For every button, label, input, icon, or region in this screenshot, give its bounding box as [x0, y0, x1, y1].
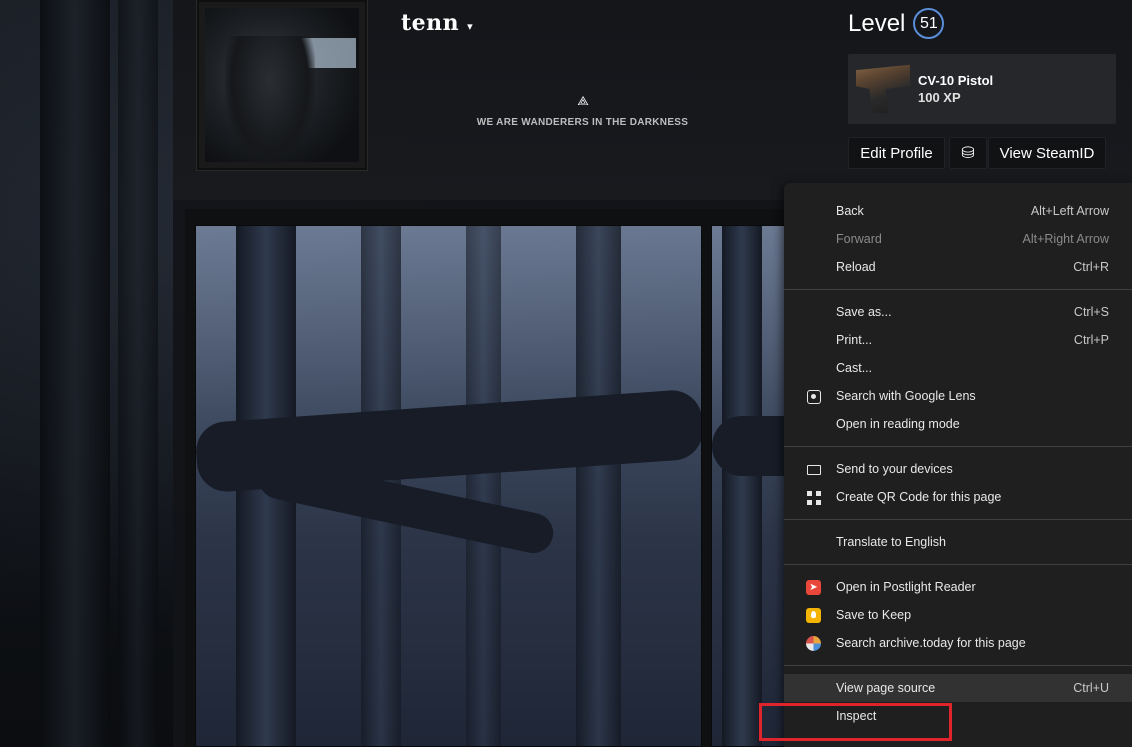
- menu-separator: [784, 665, 1132, 666]
- menu-item-view-page-source[interactable]: View page source Ctrl+U: [784, 674, 1132, 702]
- background-tree-trunk: [40, 0, 110, 747]
- context-menu: Back Alt+Left Arrow Forward Alt+Right Arrow…: [784, 183, 1132, 747]
- menu-item-label: Send to your devices: [836, 462, 953, 476]
- badge-xp: 100 XP: [918, 90, 961, 105]
- menu-icon-wrapper: [806, 608, 821, 623]
- devices-icon: [806, 464, 821, 475]
- persona-name: tenn: [401, 10, 460, 36]
- menu-item-send-to-your-devices[interactable]: Send to your devices: [784, 455, 1132, 483]
- menu-item-forward[interactable]: Forward Alt+Right Arrow: [784, 225, 1132, 253]
- menu-icon-wrapper: [806, 636, 821, 651]
- menu-item-label: Print...: [836, 333, 873, 347]
- menu-separator: [784, 446, 1132, 447]
- postlight-reader-icon: ➤: [806, 580, 821, 595]
- menu-item-shortcut: Ctrl+U: [1073, 681, 1109, 695]
- menu-item-label: Forward: [836, 232, 882, 246]
- menu-item-shortcut: Alt+Left Arrow: [1030, 204, 1109, 218]
- chevron-down-icon: ▾: [467, 19, 474, 33]
- menu-item-open-in-postlight-reader[interactable]: ➤ Open in Postlight Reader: [784, 573, 1132, 601]
- menu-item-reload[interactable]: Reload Ctrl+R: [784, 253, 1132, 281]
- menu-item-label: Translate to English: [836, 535, 947, 549]
- menu-item-search-with-google-lens[interactable]: Search with Google Lens: [784, 382, 1132, 410]
- google-lens-icon: [806, 389, 821, 404]
- menu-item-shortcut: Alt+Right Arrow: [1022, 232, 1110, 246]
- showcase-artwork-left[interactable]: [195, 225, 702, 747]
- menu-item-back[interactable]: Back Alt+Left Arrow: [784, 197, 1132, 225]
- inspect-highlight-box: [759, 703, 952, 741]
- menu-icon-wrapper: [806, 462, 821, 477]
- menu-item-save-to-keep[interactable]: Save to Keep: [784, 601, 1132, 629]
- menu-item-translate-to-english[interactable]: Translate to English: [784, 528, 1132, 556]
- profile-level: Level 51: [848, 8, 945, 39]
- summary-logo-icon: ⟁: [577, 93, 589, 108]
- menu-item-label: Cast...: [836, 361, 873, 375]
- menu-item-search-archive-today-for-this-page[interactable]: Search archive.today for this page: [784, 629, 1132, 657]
- avatar-image: [205, 8, 359, 164]
- menu-item-open-in-reading-mode[interactable]: Open in reading mode: [784, 410, 1132, 438]
- profile-summary: WE ARE WANDERERS IN THE DARKNESS: [476, 117, 689, 128]
- menu-item-label: Save to Keep: [836, 608, 912, 622]
- level-label: Level: [848, 9, 906, 37]
- menu-item-create-qr-code-for-this-page[interactable]: Create QR Code for this page: [784, 483, 1132, 511]
- menu-separator: [784, 564, 1132, 565]
- pistol-badge-icon: [856, 64, 910, 114]
- points-shop-button[interactable]: ⛁: [949, 137, 987, 169]
- coins-icon: ⛁: [961, 145, 975, 162]
- keep-icon: [806, 608, 821, 623]
- tree-trunk: [576, 226, 621, 746]
- tree-trunk: [722, 226, 762, 746]
- menu-item-label: Create QR Code for this page: [836, 490, 1002, 504]
- menu-item-label: Open in Postlight Reader: [836, 580, 976, 594]
- menu-item-label: Open in reading mode: [836, 417, 960, 431]
- tree-trunk: [466, 226, 501, 746]
- menu-item-shortcut: Ctrl+S: [1073, 305, 1109, 319]
- menu-item-shortcut: Ctrl+R: [1073, 260, 1109, 274]
- qr-code-icon: [806, 490, 821, 505]
- background-tree-trunk: [118, 0, 158, 747]
- menu-item-label: Back: [836, 204, 864, 218]
- menu-separator: [784, 519, 1132, 520]
- menu-item-cast[interactable]: Cast...: [784, 354, 1132, 382]
- menu-item-label: View page source: [836, 681, 936, 695]
- menu-item-save-as[interactable]: Save as... Ctrl+S: [784, 298, 1132, 326]
- persona-name-dropdown[interactable]: tenn ▾: [401, 10, 473, 36]
- menu-icon-wrapper: ➤: [806, 580, 821, 595]
- menu-icon-wrapper: [806, 389, 821, 404]
- profile-avatar[interactable]: [197, 0, 367, 170]
- badge-name: CV-10 Pistol: [918, 73, 994, 88]
- level-badge[interactable]: 51: [913, 8, 945, 39]
- archive-today-icon: [806, 636, 821, 651]
- menu-item-print[interactable]: Print... Ctrl+P: [784, 326, 1132, 354]
- menu-item-shortcut: Ctrl+P: [1073, 333, 1109, 347]
- view-steamid-button[interactable]: View SteamID: [988, 137, 1106, 169]
- menu-icon-wrapper: [806, 490, 821, 505]
- menu-item-label: Save as...: [836, 305, 892, 319]
- menu-item-label: Reload: [836, 260, 876, 274]
- featured-badge[interactable]: CV-10 Pistol 100 XP: [848, 54, 1116, 124]
- edit-profile-button[interactable]: Edit Profile: [848, 137, 945, 169]
- menu-item-label: Search archive.today for this page: [836, 636, 1026, 650]
- menu-separator: [784, 289, 1132, 290]
- menu-item-label: Search with Google Lens: [836, 389, 976, 403]
